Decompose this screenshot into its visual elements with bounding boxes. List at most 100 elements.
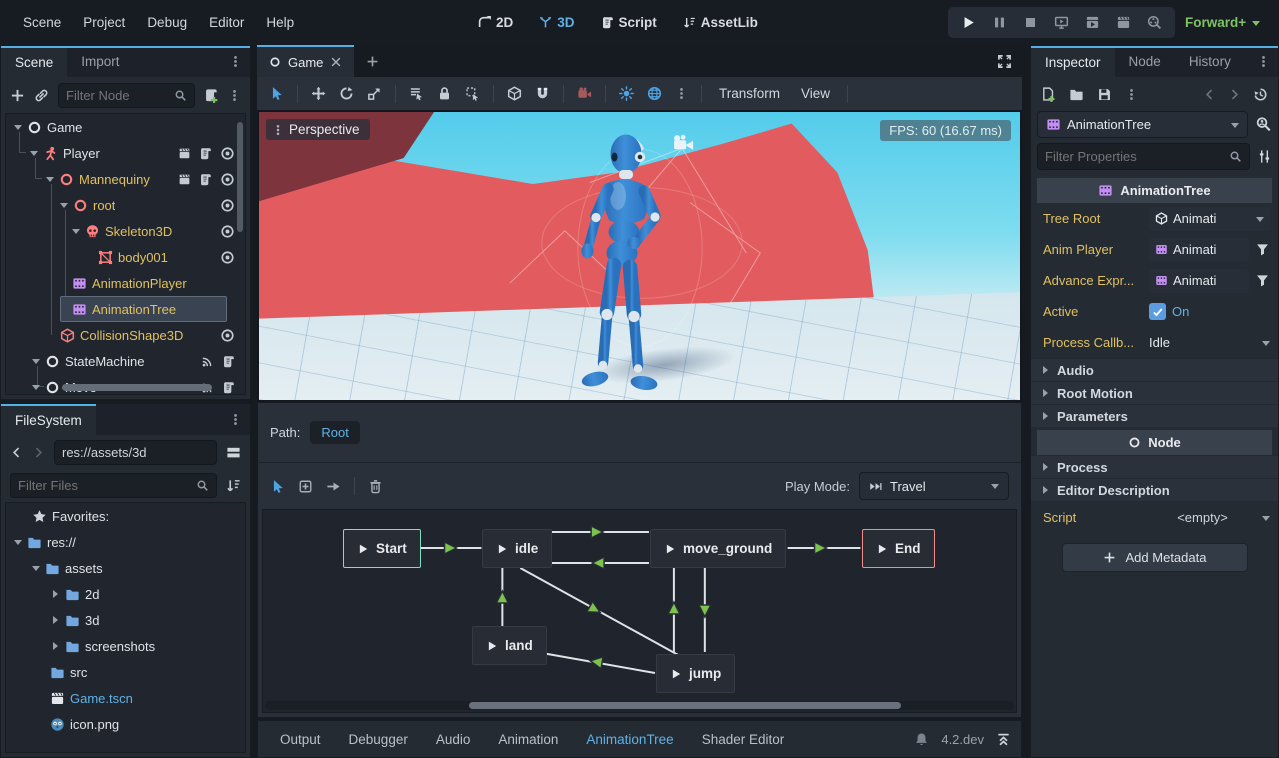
fs-item-assets[interactable]: assets <box>6 555 245 581</box>
rotate-tool-button[interactable] <box>339 86 354 101</box>
play-mode-dropdown[interactable]: Travel <box>859 472 1009 500</box>
pick-node-icon[interactable] <box>1255 273 1270 288</box>
group-editor-description[interactable]: Editor Description <box>1031 478 1278 501</box>
history-back-icon[interactable] <box>1203 88 1216 101</box>
add-metadata-button[interactable]: Add Metadata <box>1062 543 1248 572</box>
script-icon[interactable] <box>222 355 235 368</box>
tab-inspector[interactable]: Inspector <box>1031 46 1115 77</box>
path-input[interactable] <box>62 445 209 460</box>
pause-button[interactable] <box>992 15 1007 30</box>
state-machine-graph[interactable]: Start idle move_ground End <box>262 509 1017 713</box>
fs-item-game-tscn[interactable]: Game.tscn <box>6 685 245 711</box>
tree-root-value[interactable]: Animati <box>1149 207 1270 231</box>
collapse-arrow-icon[interactable] <box>72 229 80 238</box>
new-scene-tab-button[interactable] <box>354 45 391 77</box>
collapse-arrow-icon[interactable] <box>32 385 40 394</box>
tree-item-animationtree[interactable]: AnimationTree <box>6 296 245 322</box>
sort-icon[interactable] <box>226 478 241 493</box>
visibility-eye-icon[interactable] <box>220 172 235 187</box>
remote-debug-button[interactable] <box>1054 15 1069 30</box>
bottom-tab-shader-editor[interactable]: Shader Editor <box>690 732 797 747</box>
instantiate-scene-button[interactable] <box>34 88 49 103</box>
anim-player-value[interactable]: Animati <box>1149 238 1249 262</box>
mode-script[interactable]: Script <box>601 15 657 30</box>
tree-item-root[interactable]: root <box>6 192 245 218</box>
filter-node-field[interactable] <box>58 83 195 108</box>
back-icon[interactable] <box>10 446 23 459</box>
play-icon[interactable] <box>670 668 682 680</box>
tree-item-mannequiny[interactable]: Mannequiny <box>6 166 245 192</box>
attach-script-button[interactable] <box>204 88 219 103</box>
mode-3d[interactable]: 3D <box>539 15 574 30</box>
filter-node-input[interactable] <box>66 88 174 103</box>
tab-import[interactable]: Import <box>67 46 133 77</box>
scene-tree-menu-button[interactable] <box>228 89 241 102</box>
snap-magnet-button[interactable] <box>535 86 550 101</box>
play-icon[interactable] <box>876 543 888 555</box>
mode-2d[interactable]: 2D <box>478 15 513 30</box>
fs-item-src[interactable]: src <box>6 659 245 685</box>
sm-delete-button[interactable] <box>368 479 383 494</box>
filter-files-input[interactable] <box>18 478 196 493</box>
filter-files-field[interactable] <box>10 473 217 498</box>
advance-expression-value[interactable]: Animati <box>1149 269 1249 293</box>
fs-item-screenshots[interactable]: screenshots <box>6 633 245 659</box>
snap-object-button[interactable] <box>507 86 522 101</box>
tree-item-skeleton3d[interactable]: Skeleton3D <box>6 218 245 244</box>
filter-properties-input[interactable] <box>1045 149 1229 164</box>
property-options-icon[interactable] <box>1257 149 1272 164</box>
tree-item-statemachine[interactable]: StateMachine <box>6 348 245 374</box>
fs-item-2d[interactable]: 2d <box>6 581 245 607</box>
tree-item-animationplayer[interactable]: AnimationPlayer <box>6 270 245 296</box>
collapse-arrow-icon[interactable] <box>32 359 40 368</box>
fs-item-res-root[interactable]: res:// <box>6 529 245 555</box>
collapse-arrow-icon[interactable] <box>60 203 68 212</box>
bottom-tab-audio[interactable]: Audio <box>424 732 483 747</box>
collapse-arrow-icon[interactable] <box>14 125 22 134</box>
fs-item-icon-png[interactable]: icon.png <box>6 711 245 737</box>
tab-node[interactable]: Node <box>1115 46 1175 77</box>
fs-item-3d[interactable]: 3d <box>6 607 245 633</box>
preview-environment-button[interactable] <box>647 86 662 101</box>
collapse-arrow-icon[interactable] <box>46 177 54 186</box>
preview-sunlight-button[interactable] <box>619 86 634 101</box>
category-node[interactable]: Node <box>1037 430 1272 455</box>
collapse-arrow-icon[interactable] <box>14 540 22 549</box>
play-custom-scene-button[interactable] <box>1116 15 1131 30</box>
open-scene-icon[interactable] <box>178 147 191 160</box>
preview-camera-button[interactable] <box>577 86 592 101</box>
group-process[interactable]: Process <box>1031 455 1278 478</box>
process-callback-dropdown[interactable]: Idle <box>1149 335 1270 350</box>
tree-item-collisionshape3d[interactable]: CollisionShape3D <box>6 322 245 348</box>
menu-debug[interactable]: Debug <box>136 9 198 37</box>
vertical-scrollbar[interactable] <box>237 122 243 232</box>
sm-node-start[interactable]: Start <box>343 529 421 568</box>
group-root-motion[interactable]: Root Motion <box>1031 381 1278 404</box>
script-icon[interactable] <box>199 173 212 186</box>
expand-arrow-icon[interactable] <box>53 642 62 650</box>
move-tool-button[interactable] <box>311 86 326 101</box>
visibility-eye-icon[interactable] <box>220 224 235 239</box>
bottom-tab-animationtree[interactable]: AnimationTree <box>574 732 685 747</box>
split-mode-icon[interactable] <box>226 445 241 460</box>
path-field[interactable] <box>54 440 217 465</box>
new-resource-button[interactable] <box>1041 87 1056 102</box>
group-select-button[interactable] <box>465 86 480 101</box>
scene-dock-menu-button[interactable] <box>221 46 250 77</box>
play-icon[interactable] <box>496 543 508 555</box>
perspective-menu[interactable]: Perspective <box>266 119 370 140</box>
group-parameters[interactable]: Parameters <box>1031 404 1278 427</box>
visibility-eye-icon[interactable] <box>220 250 235 265</box>
view-menu[interactable]: View <box>797 86 834 101</box>
expand-viewport-button[interactable] <box>987 45 1022 77</box>
visibility-eye-icon[interactable] <box>220 146 235 161</box>
renderer-selector[interactable]: Forward+ <box>1185 0 1260 45</box>
menu-editor[interactable]: Editor <box>198 9 255 37</box>
object-history-icon[interactable] <box>1253 87 1268 102</box>
scene-tab-game[interactable]: Game <box>257 45 354 77</box>
sm-node-jump[interactable]: jump <box>656 654 735 693</box>
preview-options-button[interactable] <box>675 87 688 100</box>
graph-scrollbar-thumb[interactable] <box>469 702 901 709</box>
menu-scene[interactable]: Scene <box>12 9 72 37</box>
expand-bottom-panel-icon[interactable] <box>996 732 1011 747</box>
